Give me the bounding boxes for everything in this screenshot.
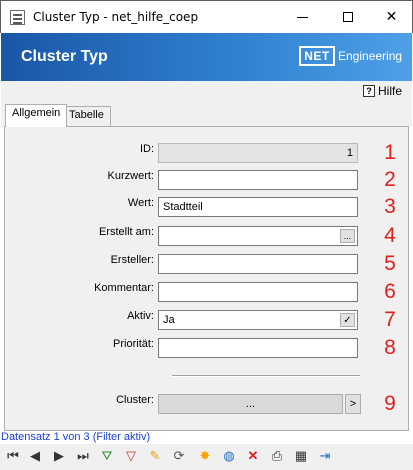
- annotation-4: 4: [384, 224, 396, 247]
- kurzwert-label: Kurzwert:: [107, 170, 154, 182]
- aktiv-value: Ja: [163, 314, 175, 326]
- last-record-icon[interactable]: ⏭: [74, 447, 92, 465]
- minimize-button[interactable]: [280, 1, 325, 33]
- prioritaet-input[interactable]: [158, 338, 358, 358]
- ersteller-label: Ersteller:: [110, 254, 154, 266]
- tab-allgemein[interactable]: Allgemein: [5, 104, 68, 127]
- previous-record-icon[interactable]: ◀: [26, 447, 44, 465]
- filter-icon[interactable]: ▽: [122, 447, 140, 465]
- wert-input[interactable]: Stadtteil: [158, 197, 358, 217]
- maximize-button[interactable]: [325, 1, 370, 33]
- print-icon[interactable]: ⎙: [268, 447, 286, 465]
- annotation-5: 5: [384, 252, 396, 275]
- close-icon: ✕: [385, 9, 398, 25]
- tab-strip: Allgemein Tabelle: [1, 103, 412, 127]
- delete-icon[interactable]: ✕: [244, 447, 262, 465]
- header-banner: Cluster Typ NET Engineering: [1, 33, 412, 81]
- new-record-icon[interactable]: ✸: [196, 447, 214, 465]
- id-value: 1: [346, 147, 353, 159]
- maximize-icon: [342, 12, 353, 22]
- app-icon: [10, 10, 25, 25]
- prioritaet-label: Priorität:: [113, 338, 154, 350]
- record-toolbar: ⏮ ◀ ▶ ⏭ ⛛ ▽ ✎ ⟳ ✸ ◍ ✕ ⎙ ▦ ⇥: [0, 444, 413, 470]
- annotation-3: 3: [384, 195, 396, 218]
- aktiv-dropdown-button[interactable]: ✓: [340, 313, 355, 327]
- table-icon[interactable]: ▦: [292, 447, 310, 465]
- kurzwert-input[interactable]: [158, 170, 358, 190]
- help-label: Hilfe: [377, 84, 402, 98]
- wert-label: Wert:: [127, 197, 154, 209]
- help-row: ? Hilfe: [1, 81, 412, 103]
- annotation-2: 2: [384, 168, 396, 191]
- help-button[interactable]: ? Hilfe: [362, 84, 402, 98]
- cluster-label: Cluster:: [116, 394, 154, 406]
- exit-icon[interactable]: ⇥: [316, 447, 334, 465]
- web-icon[interactable]: ◍: [220, 447, 238, 465]
- annotation-6: 6: [384, 280, 396, 303]
- window-title: Cluster Typ - net_hilfe_coep: [33, 10, 199, 24]
- next-record-icon[interactable]: ▶: [50, 447, 68, 465]
- minimize-icon: [297, 16, 308, 18]
- id-label: ID:: [139, 143, 154, 155]
- aktiv-select[interactable]: Ja ✓: [158, 310, 358, 330]
- add-filter-icon[interactable]: ⛛: [98, 447, 116, 465]
- annotation-7: 7: [384, 308, 396, 331]
- aktiv-label: Aktiv:: [127, 310, 154, 322]
- id-field: 1: [158, 143, 358, 163]
- date-picker-button[interactable]: ...: [340, 229, 355, 243]
- help-icon: ?: [362, 85, 375, 97]
- annotation-9: 9: [384, 392, 396, 415]
- page-title: Cluster Typ: [21, 48, 108, 65]
- record-status: Datensatz 1 von 3 (Filter aktiv): [1, 431, 151, 443]
- erstellt-am-input[interactable]: ...: [158, 226, 358, 246]
- annotation-1: 1: [384, 141, 396, 164]
- check-icon: ✓: [343, 314, 352, 326]
- refresh-icon[interactable]: ⟳: [170, 447, 188, 465]
- close-button[interactable]: ✕: [369, 1, 413, 33]
- erstellt-am-label: Erstellt am:: [98, 226, 154, 238]
- wert-value: Stadtteil: [163, 201, 203, 213]
- cluster-open-button[interactable]: >: [345, 394, 361, 414]
- net-logo: NET: [299, 46, 335, 66]
- separator-line: [172, 375, 360, 377]
- annotation-8: 8: [384, 336, 396, 359]
- kommentar-label: Kommentar:: [94, 282, 154, 294]
- edit-icon[interactable]: ✎: [146, 447, 164, 465]
- window-titlebar: Cluster Typ - net_hilfe_coep ✕: [0, 0, 413, 33]
- first-record-icon[interactable]: ⏮: [4, 447, 22, 465]
- ersteller-input[interactable]: [158, 254, 358, 274]
- kommentar-input[interactable]: [158, 282, 358, 302]
- cluster-select-button[interactable]: ...: [158, 394, 343, 414]
- logo-suffix: Engineering: [338, 49, 403, 63]
- tab-tabelle[interactable]: Tabelle: [62, 106, 111, 127]
